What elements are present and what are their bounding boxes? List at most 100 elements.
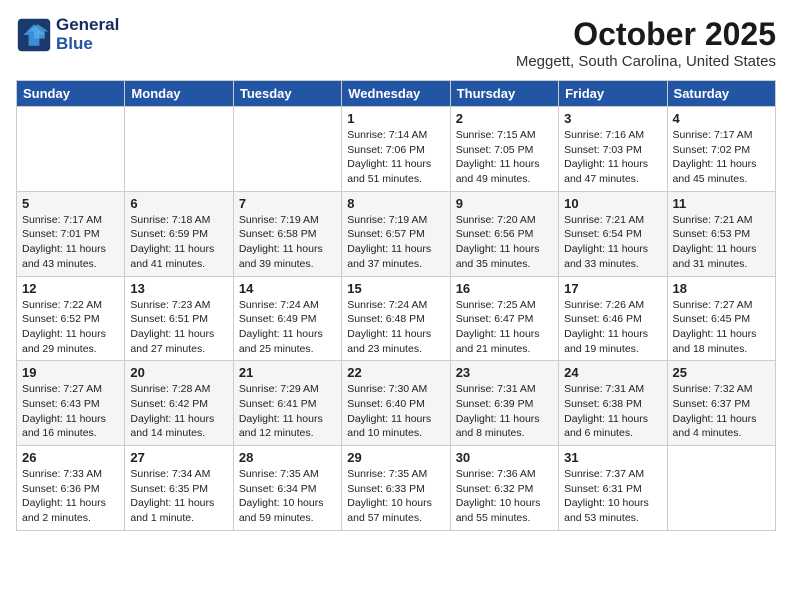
day-info: Sunrise: 7:24 AM Sunset: 6:48 PM Dayligh… <box>347 298 444 357</box>
day-info: Sunrise: 7:18 AM Sunset: 6:59 PM Dayligh… <box>130 213 227 272</box>
page-header: General Blue October 2025 Meggett, South… <box>16 16 776 70</box>
day-number: 8 <box>347 196 444 211</box>
day-number: 11 <box>673 196 770 211</box>
location-subtitle: Meggett, South Carolina, United States <box>516 53 776 70</box>
calendar-week-row: 26Sunrise: 7:33 AM Sunset: 6:36 PM Dayli… <box>17 446 776 531</box>
calendar-cell: 12 Sunrise: 7:22 AM Sunset: 6:52 PM Dayli… <box>17 276 125 361</box>
day-info: Sunrise: 7:30 AM Sunset: 6:40 PM Dayligh… <box>347 382 444 441</box>
calendar-cell: 16 Sunrise: 7:25 AM Sunset: 6:47 PM Dayli… <box>450 276 558 361</box>
weekday-header: Thursday <box>450 81 558 107</box>
day-info: Sunrise: 7:36 AM Sunset: 6:32 PM Dayligh… <box>456 467 553 526</box>
weekday-header: Friday <box>559 81 667 107</box>
day-number: 10 <box>564 196 661 211</box>
calendar-week-row: 1 Sunrise: 7:14 AM Sunset: 7:06 PM Daylig… <box>17 107 776 192</box>
day-number: 5 <box>22 196 119 211</box>
calendar-cell: 4 Sunrise: 7:17 AM Sunset: 7:02 PM Daylig… <box>667 107 775 192</box>
day-info: Sunrise: 7:22 AM Sunset: 6:52 PM Dayligh… <box>22 298 119 357</box>
day-info: Sunrise: 7:27 AM Sunset: 6:43 PM Dayligh… <box>22 382 119 441</box>
day-number: 25 <box>673 365 770 380</box>
day-number: 22 <box>347 365 444 380</box>
day-number: 28 <box>239 450 336 465</box>
day-info: Sunrise: 7:15 AM Sunset: 7:05 PM Dayligh… <box>456 128 553 187</box>
calendar-cell <box>233 107 341 192</box>
calendar-cell: 30Sunrise: 7:36 AM Sunset: 6:32 PM Dayli… <box>450 446 558 531</box>
day-info: Sunrise: 7:26 AM Sunset: 6:46 PM Dayligh… <box>564 298 661 357</box>
month-title: October 2025 <box>516 16 776 53</box>
calendar-cell: 1 Sunrise: 7:14 AM Sunset: 7:06 PM Daylig… <box>342 107 450 192</box>
calendar-cell <box>125 107 233 192</box>
day-number: 7 <box>239 196 336 211</box>
day-info: Sunrise: 7:29 AM Sunset: 6:41 PM Dayligh… <box>239 382 336 441</box>
calendar-cell: 2 Sunrise: 7:15 AM Sunset: 7:05 PM Daylig… <box>450 107 558 192</box>
day-info: Sunrise: 7:31 AM Sunset: 6:38 PM Dayligh… <box>564 382 661 441</box>
day-number: 24 <box>564 365 661 380</box>
calendar-week-row: 12 Sunrise: 7:22 AM Sunset: 6:52 PM Dayli… <box>17 276 776 361</box>
calendar-cell: 6 Sunrise: 7:18 AM Sunset: 6:59 PM Daylig… <box>125 191 233 276</box>
calendar-cell: 7 Sunrise: 7:19 AM Sunset: 6:58 PM Daylig… <box>233 191 341 276</box>
day-number: 1 <box>347 111 444 126</box>
calendar-cell: 9Sunrise: 7:20 AM Sunset: 6:56 PM Daylig… <box>450 191 558 276</box>
day-info: Sunrise: 7:25 AM Sunset: 6:47 PM Dayligh… <box>456 298 553 357</box>
calendar-cell: 27 Sunrise: 7:34 AM Sunset: 6:35 PM Dayli… <box>125 446 233 531</box>
logo: General Blue <box>16 16 119 53</box>
calendar-cell: 24 Sunrise: 7:31 AM Sunset: 6:38 PM Dayli… <box>559 361 667 446</box>
calendar-cell: 5Sunrise: 7:17 AM Sunset: 7:01 PM Daylig… <box>17 191 125 276</box>
day-number: 16 <box>456 281 553 296</box>
calendar-cell: 19 Sunrise: 7:27 AM Sunset: 6:43 PM Dayli… <box>17 361 125 446</box>
calendar-cell: 28 Sunrise: 7:35 AM Sunset: 6:34 PM Dayli… <box>233 446 341 531</box>
day-number: 14 <box>239 281 336 296</box>
day-number: 19 <box>22 365 119 380</box>
day-info: Sunrise: 7:19 AM Sunset: 6:58 PM Dayligh… <box>239 213 336 272</box>
calendar-cell: 26Sunrise: 7:33 AM Sunset: 6:36 PM Dayli… <box>17 446 125 531</box>
day-number: 23 <box>456 365 553 380</box>
day-info: Sunrise: 7:35 AM Sunset: 6:33 PM Dayligh… <box>347 467 444 526</box>
day-number: 29 <box>347 450 444 465</box>
calendar-cell: 18 Sunrise: 7:27 AM Sunset: 6:45 PM Dayli… <box>667 276 775 361</box>
calendar-cell: 10 Sunrise: 7:21 AM Sunset: 6:54 PM Dayli… <box>559 191 667 276</box>
day-number: 31 <box>564 450 661 465</box>
weekday-header: Saturday <box>667 81 775 107</box>
day-info: Sunrise: 7:27 AM Sunset: 6:45 PM Dayligh… <box>673 298 770 357</box>
calendar-table: SundayMondayTuesdayWednesdayThursdayFrid… <box>16 80 776 531</box>
day-number: 4 <box>673 111 770 126</box>
day-number: 13 <box>130 281 227 296</box>
day-info: Sunrise: 7:19 AM Sunset: 6:57 PM Dayligh… <box>347 213 444 272</box>
day-info: Sunrise: 7:20 AM Sunset: 6:56 PM Dayligh… <box>456 213 553 272</box>
weekday-header: Sunday <box>17 81 125 107</box>
day-info: Sunrise: 7:37 AM Sunset: 6:31 PM Dayligh… <box>564 467 661 526</box>
day-info: Sunrise: 7:33 AM Sunset: 6:36 PM Dayligh… <box>22 467 119 526</box>
calendar-cell <box>667 446 775 531</box>
day-info: Sunrise: 7:31 AM Sunset: 6:39 PM Dayligh… <box>456 382 553 441</box>
day-number: 3 <box>564 111 661 126</box>
day-info: Sunrise: 7:21 AM Sunset: 6:54 PM Dayligh… <box>564 213 661 272</box>
day-info: Sunrise: 7:34 AM Sunset: 6:35 PM Dayligh… <box>130 467 227 526</box>
day-info: Sunrise: 7:35 AM Sunset: 6:34 PM Dayligh… <box>239 467 336 526</box>
calendar-cell: 21Sunrise: 7:29 AM Sunset: 6:41 PM Dayli… <box>233 361 341 446</box>
day-info: Sunrise: 7:14 AM Sunset: 7:06 PM Dayligh… <box>347 128 444 187</box>
calendar-cell: 23 Sunrise: 7:31 AM Sunset: 6:39 PM Dayli… <box>450 361 558 446</box>
day-info: Sunrise: 7:32 AM Sunset: 6:37 PM Dayligh… <box>673 382 770 441</box>
day-number: 2 <box>456 111 553 126</box>
day-number: 18 <box>673 281 770 296</box>
day-number: 6 <box>130 196 227 211</box>
calendar-cell: 22 Sunrise: 7:30 AM Sunset: 6:40 PM Dayli… <box>342 361 450 446</box>
calendar-cell: 8 Sunrise: 7:19 AM Sunset: 6:57 PM Daylig… <box>342 191 450 276</box>
day-info: Sunrise: 7:17 AM Sunset: 7:02 PM Dayligh… <box>673 128 770 187</box>
title-block: October 2025 Meggett, South Carolina, Un… <box>516 16 776 70</box>
day-info: Sunrise: 7:28 AM Sunset: 6:42 PM Dayligh… <box>130 382 227 441</box>
day-info: Sunrise: 7:23 AM Sunset: 6:51 PM Dayligh… <box>130 298 227 357</box>
calendar-cell: 17Sunrise: 7:26 AM Sunset: 6:46 PM Dayli… <box>559 276 667 361</box>
day-number: 20 <box>130 365 227 380</box>
day-info: Sunrise: 7:21 AM Sunset: 6:53 PM Dayligh… <box>673 213 770 272</box>
day-info: Sunrise: 7:16 AM Sunset: 7:03 PM Dayligh… <box>564 128 661 187</box>
calendar-week-row: 19 Sunrise: 7:27 AM Sunset: 6:43 PM Dayli… <box>17 361 776 446</box>
weekday-header-row: SundayMondayTuesdayWednesdayThursdayFrid… <box>17 81 776 107</box>
day-info: Sunrise: 7:24 AM Sunset: 6:49 PM Dayligh… <box>239 298 336 357</box>
day-number: 27 <box>130 450 227 465</box>
calendar-cell: 3 Sunrise: 7:16 AM Sunset: 7:03 PM Daylig… <box>559 107 667 192</box>
calendar-cell: 13 Sunrise: 7:23 AM Sunset: 6:51 PM Dayli… <box>125 276 233 361</box>
calendar-cell: 25 Sunrise: 7:32 AM Sunset: 6:37 PM Dayli… <box>667 361 775 446</box>
logo-text: General Blue <box>56 16 119 53</box>
day-number: 12 <box>22 281 119 296</box>
weekday-header: Tuesday <box>233 81 341 107</box>
